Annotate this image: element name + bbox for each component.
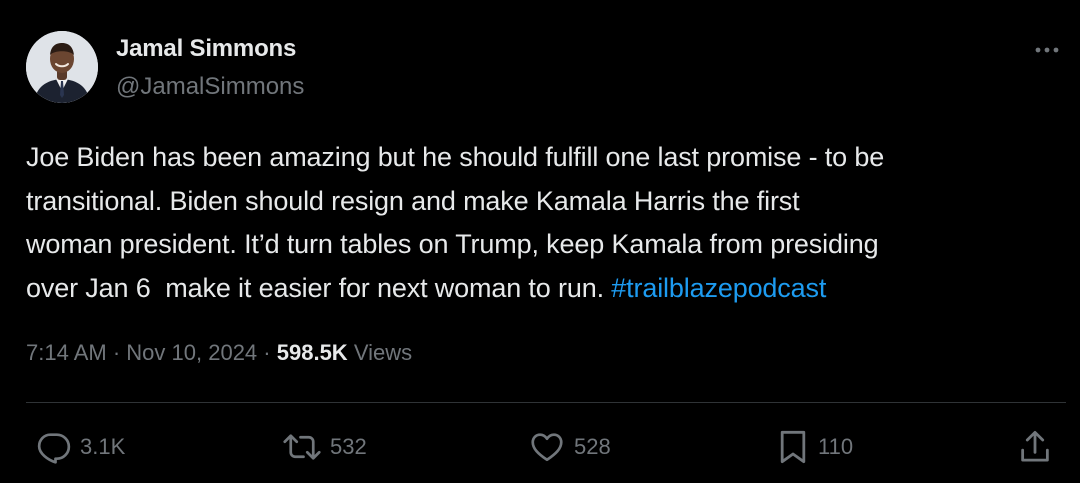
repost-button[interactable]: 532	[282, 428, 367, 466]
reply-icon	[37, 433, 71, 464]
views-count[interactable]: 598.5K	[277, 340, 348, 365]
reply-button[interactable]: 3.1K	[36, 428, 125, 466]
meta-separator: ·	[112, 340, 121, 365]
reply-count: 3.1K	[80, 434, 126, 459]
like-count: 528	[574, 434, 611, 459]
divider	[26, 402, 1066, 403]
tweet-text-line: Joe Biden has been amazing but he should…	[26, 142, 885, 172]
tweet-text-line: woman president. It’d turn tables on Tru…	[26, 229, 879, 259]
author-handle[interactable]: @JamalSimmons	[116, 73, 304, 101]
bookmark-button[interactable]: 110	[776, 428, 853, 466]
tweet-meta: 7:14 AM · Nov 10, 2024 · 598.5K Views	[26, 340, 412, 366]
share-icon	[1021, 430, 1049, 462]
bookmark-icon	[780, 430, 806, 464]
tweet-text-line: transitional. Biden should resign and ma…	[26, 185, 800, 216]
tweet-card: Jamal Simmons @JamalSimmons Joe Biden ha…	[0, 0, 1080, 483]
tweet-date[interactable]: Nov 10, 2024	[126, 340, 257, 365]
repost-icon	[283, 434, 321, 460]
avatar[interactable]	[26, 31, 98, 103]
more-options-button[interactable]	[1030, 40, 1064, 60]
heart-icon	[531, 433, 563, 462]
tweet-text-line: over Jan 6 make it easier for next woman…	[26, 267, 1066, 311]
ellipsis-icon	[1035, 47, 1059, 53]
author-display-name[interactable]: Jamal Simmons	[116, 35, 296, 63]
hashtag-link[interactable]: #trailblazepodcast	[611, 273, 826, 303]
tweet-time[interactable]: 7:14 AM	[26, 340, 107, 365]
profile-photo-icon	[26, 31, 98, 103]
views-label: Views	[353, 340, 413, 365]
meta-separator: ·	[263, 340, 271, 365]
repost-count: 532	[330, 434, 367, 459]
bookmark-count: 110	[818, 434, 854, 459]
tweet-text-fragment: over Jan 6 make it easier for next woman…	[26, 272, 612, 303]
share-button[interactable]	[1018, 428, 1052, 466]
tweet-text: Joe Biden has been amazing but he should…	[26, 136, 1066, 310]
like-button[interactable]: 528	[528, 428, 611, 466]
